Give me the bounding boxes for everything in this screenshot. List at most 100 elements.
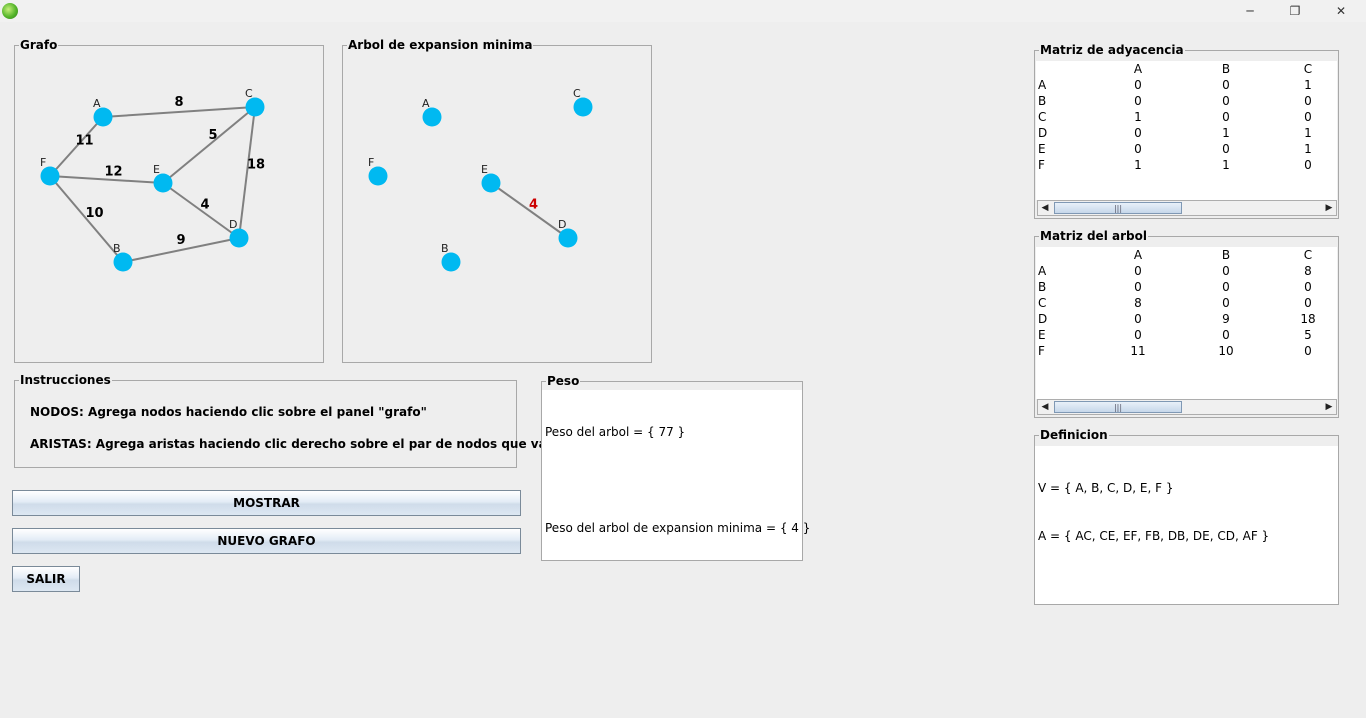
table-row[interactable]: B 0 0 0 [1036,279,1337,295]
table-row[interactable]: C 1 0 0 [1036,109,1337,125]
scroll-thumb[interactable]: ||| [1054,401,1182,413]
matriz-arbol-scrollbar[interactable]: ◀ ||| ▶ [1037,399,1337,415]
table-cell: 0 [1134,280,1142,294]
table-cell: 0 [1134,78,1142,92]
table-cell: 1 [1222,158,1230,172]
close-button[interactable]: ✕ [1318,0,1364,22]
table-cell: 1 [1134,110,1142,124]
node-E[interactable] [153,173,173,193]
scroll-left-arrow-icon[interactable]: ◀ [1038,201,1052,215]
mostrar-button[interactable]: MOSTRAR [12,490,521,516]
table-row[interactable]: E 0 0 5 [1036,327,1337,343]
table-cell: 0 [1134,264,1142,278]
table-cell: 0 [1134,328,1142,342]
scroll-thumb[interactable]: ||| [1054,202,1182,214]
minimize-button[interactable]: ─ [1227,0,1273,22]
matriz-adyacencia-legend: Matriz de adyacencia [1040,43,1184,57]
node-label-F: F [368,156,374,169]
table-row[interactable]: D 0 9 18 [1036,311,1337,327]
table-cell: 0 [1222,328,1230,342]
table-row[interactable]: F 1 1 0 [1036,157,1337,173]
node-label-A: A [93,97,101,110]
column-header[interactable]: A [1094,61,1182,77]
node-B[interactable] [113,252,133,272]
table-row[interactable]: D 0 1 1 [1036,125,1337,141]
column-header[interactable]: B [1182,61,1270,77]
edge-weight-label: 12 [104,165,122,180]
table-cell: 1 [1222,126,1230,140]
table-cell: 0 [1304,94,1312,108]
node-label-C: C [245,87,253,100]
node-D[interactable] [229,228,249,248]
edge-weight-label: 4 [200,198,209,213]
edge-EC [162,106,256,184]
edge-weight-label: 18 [247,158,265,173]
matriz-arbol-table-area[interactable]: A B C A 0 0 8 B 0 0 0 C 8 0 0 D 0 9 18 E 0 0 5 F 11 10 0 [1036,247,1337,399]
salir-button[interactable]: SALIR [12,566,80,592]
matriz-adyacencia-scrollbar[interactable]: ◀ ||| ▶ [1037,200,1337,216]
column-header[interactable]: C [1270,61,1337,77]
table-cell: 11 [1130,344,1146,358]
row-header: E [1038,142,1046,156]
matriz-adyacencia-table: ABCA001B000C100D011E001F110 [1036,61,1337,173]
definicion-vertices: V = { A, B, C, D, E, F } [1038,481,1174,495]
table-row[interactable]: F 11 10 0 [1036,343,1337,359]
scroll-right-arrow-icon[interactable]: ▶ [1322,400,1336,414]
table-cell: 1 [1134,158,1142,172]
matriz-adyacencia-table-area[interactable]: ABCA001B000C100D011E001F110 [1036,61,1337,200]
scroll-right-arrow-icon[interactable]: ▶ [1322,201,1336,215]
edge-weight-label: 5 [208,128,217,143]
edge-weight-label: 8 [174,95,183,110]
row-header: A [1038,264,1047,278]
maximize-button[interactable]: ❐ [1272,0,1318,22]
node-label-D: D [558,218,566,231]
matriz-arbol-table: A B C A 0 0 8 B 0 0 0 C 8 0 0 D 0 9 18 E 0 0 5 F 11 10 0 [1036,247,1337,359]
table-cell: 18 [1300,312,1316,326]
title-bar: ─ ❐ ✕ [0,0,1366,22]
node-D[interactable] [558,228,578,248]
node-A[interactable] [93,107,113,127]
node-C[interactable] [573,97,593,117]
row-header: F [1038,158,1045,172]
table-cell: 0 [1134,126,1142,140]
table-row[interactable]: B 0 0 0 [1036,93,1337,109]
column-header[interactable] [1036,247,1094,263]
table-row[interactable]: C 8 0 0 [1036,295,1337,311]
node-label-B: B [441,242,449,255]
table-cell: 0 [1222,78,1230,92]
node-F[interactable] [40,166,60,186]
definicion-text-area[interactable]: V = { A, B, C, D, E, F } A = { AC, CE, E… [1035,446,1338,604]
table-cell: 0 [1222,264,1230,278]
grafo-canvas[interactable]: 8 11 5 12 18 4 10 9 A B C D E F [15,52,323,362]
node-label-E: E [153,163,160,176]
column-header[interactable]: C [1270,247,1337,263]
table-cell: 1 [1304,126,1312,140]
table-row[interactable]: A 0 0 8 [1036,263,1337,279]
row-header: D [1038,312,1048,326]
edge-CD [238,106,256,239]
row-header: F [1038,344,1045,358]
nuevo-grafo-button[interactable]: NUEVO GRAFO [12,528,521,554]
table-cell: 1 [1304,142,1312,156]
scroll-left-arrow-icon[interactable]: ◀ [1038,400,1052,414]
node-F[interactable] [368,166,388,186]
column-header[interactable]: A [1094,247,1182,263]
matriz-arbol-legend: Matriz del arbol [1040,229,1147,243]
row-header: D [1038,126,1048,140]
column-header[interactable]: B [1182,247,1270,263]
table-row[interactable]: A 0 0 1 [1036,77,1337,93]
node-E[interactable] [481,173,501,193]
table-cell: 8 [1134,296,1142,310]
peso-text-area[interactable]: Peso del arbol = { 77 } Peso del arbol d… [542,390,810,560]
node-label-B: B [113,242,121,255]
node-C[interactable] [245,97,265,117]
row-header: C [1038,296,1047,310]
column-header[interactable] [1036,61,1094,77]
table-row[interactable]: E 0 0 1 [1036,141,1337,157]
node-B[interactable] [441,252,461,272]
edge-weight-label: 9 [176,233,185,248]
node-A[interactable] [422,107,442,127]
table-header-row: ABC [1036,61,1337,77]
row-header: B [1038,94,1047,108]
edge-weight-label: 10 [85,206,103,221]
